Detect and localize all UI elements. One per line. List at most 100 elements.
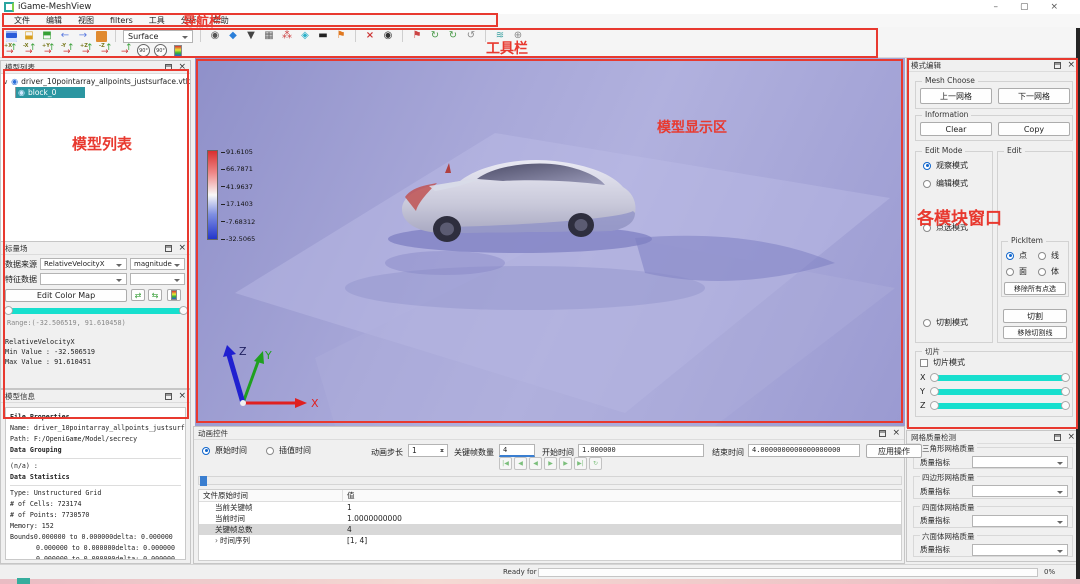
quality-metric-select[interactable] <box>972 485 1068 497</box>
anim-table-row[interactable]: 当前关键帧1 <box>199 502 901 513</box>
edit-mode-radio[interactable]: 编辑模式 <box>923 178 968 189</box>
menu-item-4[interactable]: 工具 <box>141 15 173 26</box>
next-keyframe-button[interactable]: ▶| <box>574 457 587 470</box>
deselect-icon[interactable]: × <box>363 30 377 42</box>
close-panel-icon[interactable]: × <box>892 429 900 437</box>
filter-icon[interactable]: ▼ <box>244 30 258 42</box>
visibility-eye-icon[interactable]: ◉ <box>18 88 25 97</box>
menu-item-6[interactable]: 帮助 <box>205 15 237 26</box>
scalar-range-slider[interactable] <box>4 306 188 315</box>
close-panel-icon[interactable]: × <box>178 63 186 71</box>
component-select[interactable]: magnitude <box>130 258 185 270</box>
play-button[interactable]: ▶ <box>544 457 557 470</box>
close-panel-icon[interactable]: × <box>178 392 186 400</box>
expander-icon[interactable]: › <box>215 536 218 545</box>
pick-point-radio[interactable]: 点 <box>1006 250 1027 261</box>
slice-z-slider[interactable] <box>930 401 1070 410</box>
mesh-grid-icon[interactable]: ▦ <box>262 30 276 42</box>
colorbar-icon[interactable] <box>171 45 185 57</box>
keyboard-icon[interactable]: ▬ <box>316 30 330 42</box>
slice-mode-checkbox[interactable]: 切片模式 <box>920 357 965 368</box>
rotate-cw-circle-icon[interactable]: ↻ <box>446 30 460 42</box>
float-panel-icon[interactable] <box>165 245 172 252</box>
pick-face-radio[interactable]: 面 <box>1006 266 1027 277</box>
first-frame-button[interactable]: |◀ <box>499 457 512 470</box>
loop-button[interactable]: ↻ <box>589 457 602 470</box>
minimize-button[interactable]: – <box>993 2 998 12</box>
close-panel-icon[interactable]: × <box>1067 433 1075 441</box>
viewport-3d[interactable]: X Y Z 91.610566.787141.963717.1403-7.683… <box>195 58 905 426</box>
feature-component-select[interactable] <box>130 273 185 285</box>
tree-child-item-selected[interactable]: ◉ block_0 <box>15 87 85 98</box>
import-icon[interactable]: ⬓ <box>22 30 36 42</box>
save-icon[interactable] <box>4 30 18 42</box>
end-time-field[interactable]: 4.0000000000000000000 <box>748 444 860 457</box>
prev-mesh-button[interactable]: 上一网格 <box>920 88 992 104</box>
remove-all-picks-button[interactable]: 移除所有点选 <box>1004 282 1066 295</box>
visibility-icon[interactable]: ◉ <box>381 30 395 42</box>
view-axis-button[interactable]: +Z↑→ <box>80 44 96 57</box>
close-button[interactable]: × <box>1050 2 1058 12</box>
axis-triad-icon[interactable]: ↑→ <box>119 45 133 57</box>
close-panel-icon[interactable]: × <box>178 244 186 252</box>
maximize-button[interactable]: ▢ <box>1020 2 1029 12</box>
slider-handle-max[interactable] <box>179 306 188 315</box>
redo-arrow-icon[interactable]: → <box>76 30 90 42</box>
visibility-eye-icon[interactable]: ◉ <box>11 77 18 86</box>
ruler-diamond-icon[interactable]: ◈ <box>298 30 312 42</box>
pick-line-radio[interactable]: 线 <box>1038 250 1059 261</box>
pennant-icon[interactable]: ⚑ <box>410 30 424 42</box>
next-frame-button[interactable]: ▶ <box>559 457 572 470</box>
timeline-handle[interactable] <box>200 476 207 486</box>
observe-mode-radio[interactable]: 观察模式 <box>923 160 968 171</box>
export-icon[interactable]: ⬒ <box>40 30 54 42</box>
slice-x-slider[interactable] <box>930 373 1070 382</box>
cone-icon[interactable]: ◆ <box>226 30 240 42</box>
interp-time-radio[interactable]: 插值时间 <box>266 445 311 456</box>
quality-metric-select[interactable] <box>972 515 1068 527</box>
float-panel-icon[interactable] <box>879 430 886 437</box>
clear-button[interactable]: Clear <box>920 122 992 136</box>
prev-keyframe-button[interactable]: ◀ <box>514 457 527 470</box>
rotate-right-90-button[interactable]: 90° <box>154 44 167 57</box>
anim-table-row[interactable]: 关键帧总数4 <box>199 524 901 535</box>
anim-table-row[interactable]: ›时间序列[1, 4] <box>199 535 901 546</box>
rotate-view-icon[interactable]: ↺ <box>464 30 478 42</box>
rotate-ccw-circle-icon[interactable]: ↻ <box>428 30 442 42</box>
timeline-slider[interactable] <box>198 476 902 485</box>
scatter-points-icon[interactable]: ⁂ <box>280 30 294 42</box>
remove-cut-line-button[interactable]: 移除切割线 <box>1003 326 1067 339</box>
point-select-mode-radio[interactable]: 点选模式 <box>923 222 968 233</box>
edit-colormap-button[interactable]: Edit Color Map <box>5 289 127 302</box>
slice-y-slider[interactable] <box>930 387 1070 396</box>
prev-frame-button[interactable]: ◀ <box>529 457 542 470</box>
view-axis-button[interactable]: +X↑→ <box>4 44 20 57</box>
next-mesh-button[interactable]: 下一网格 <box>998 88 1070 104</box>
globe-icon[interactable]: ⊕ <box>511 30 525 42</box>
apply-button[interactable]: 应用操作 <box>866 444 922 458</box>
menu-item-1[interactable]: 编辑 <box>38 15 70 26</box>
keyframe-count-field[interactable]: 4 <box>499 444 535 457</box>
float-panel-icon[interactable] <box>165 64 172 71</box>
close-panel-icon[interactable]: × <box>1067 61 1075 69</box>
copy-button[interactable]: Copy <box>998 122 1070 136</box>
view-axis-button[interactable]: +Y↑→ <box>42 44 58 57</box>
menu-item-5[interactable]: 分析 <box>173 15 205 26</box>
delete-icon[interactable] <box>94 30 108 42</box>
surface-select[interactable]: Surface <box>123 30 193 43</box>
menu-item-3[interactable]: filters <box>102 16 141 25</box>
rotate-left-90-button[interactable]: 90° <box>137 44 150 57</box>
cut-button[interactable]: 切割 <box>1003 309 1067 323</box>
eye-icon[interactable]: ◉ <box>208 30 222 42</box>
float-panel-icon[interactable] <box>1054 434 1061 441</box>
original-time-radio[interactable]: 原始时间 <box>202 445 247 456</box>
colormap-preset-icon[interactable] <box>167 289 181 301</box>
tree-root-item[interactable]: ∨ ◉ driver_10pointarray_allpoints_justsu… <box>1 76 190 87</box>
flag-pointer-icon[interactable]: ⚑ <box>334 30 348 42</box>
menu-item-0[interactable]: 文件 <box>6 15 38 26</box>
start-time-field[interactable]: 1.000000 <box>578 444 704 457</box>
feature-data-select[interactable] <box>40 273 127 285</box>
float-panel-icon[interactable] <box>1054 62 1061 69</box>
pick-volume-radio[interactable]: 体 <box>1038 266 1059 277</box>
view-axis-button[interactable]: -Y↑→ <box>61 44 77 57</box>
